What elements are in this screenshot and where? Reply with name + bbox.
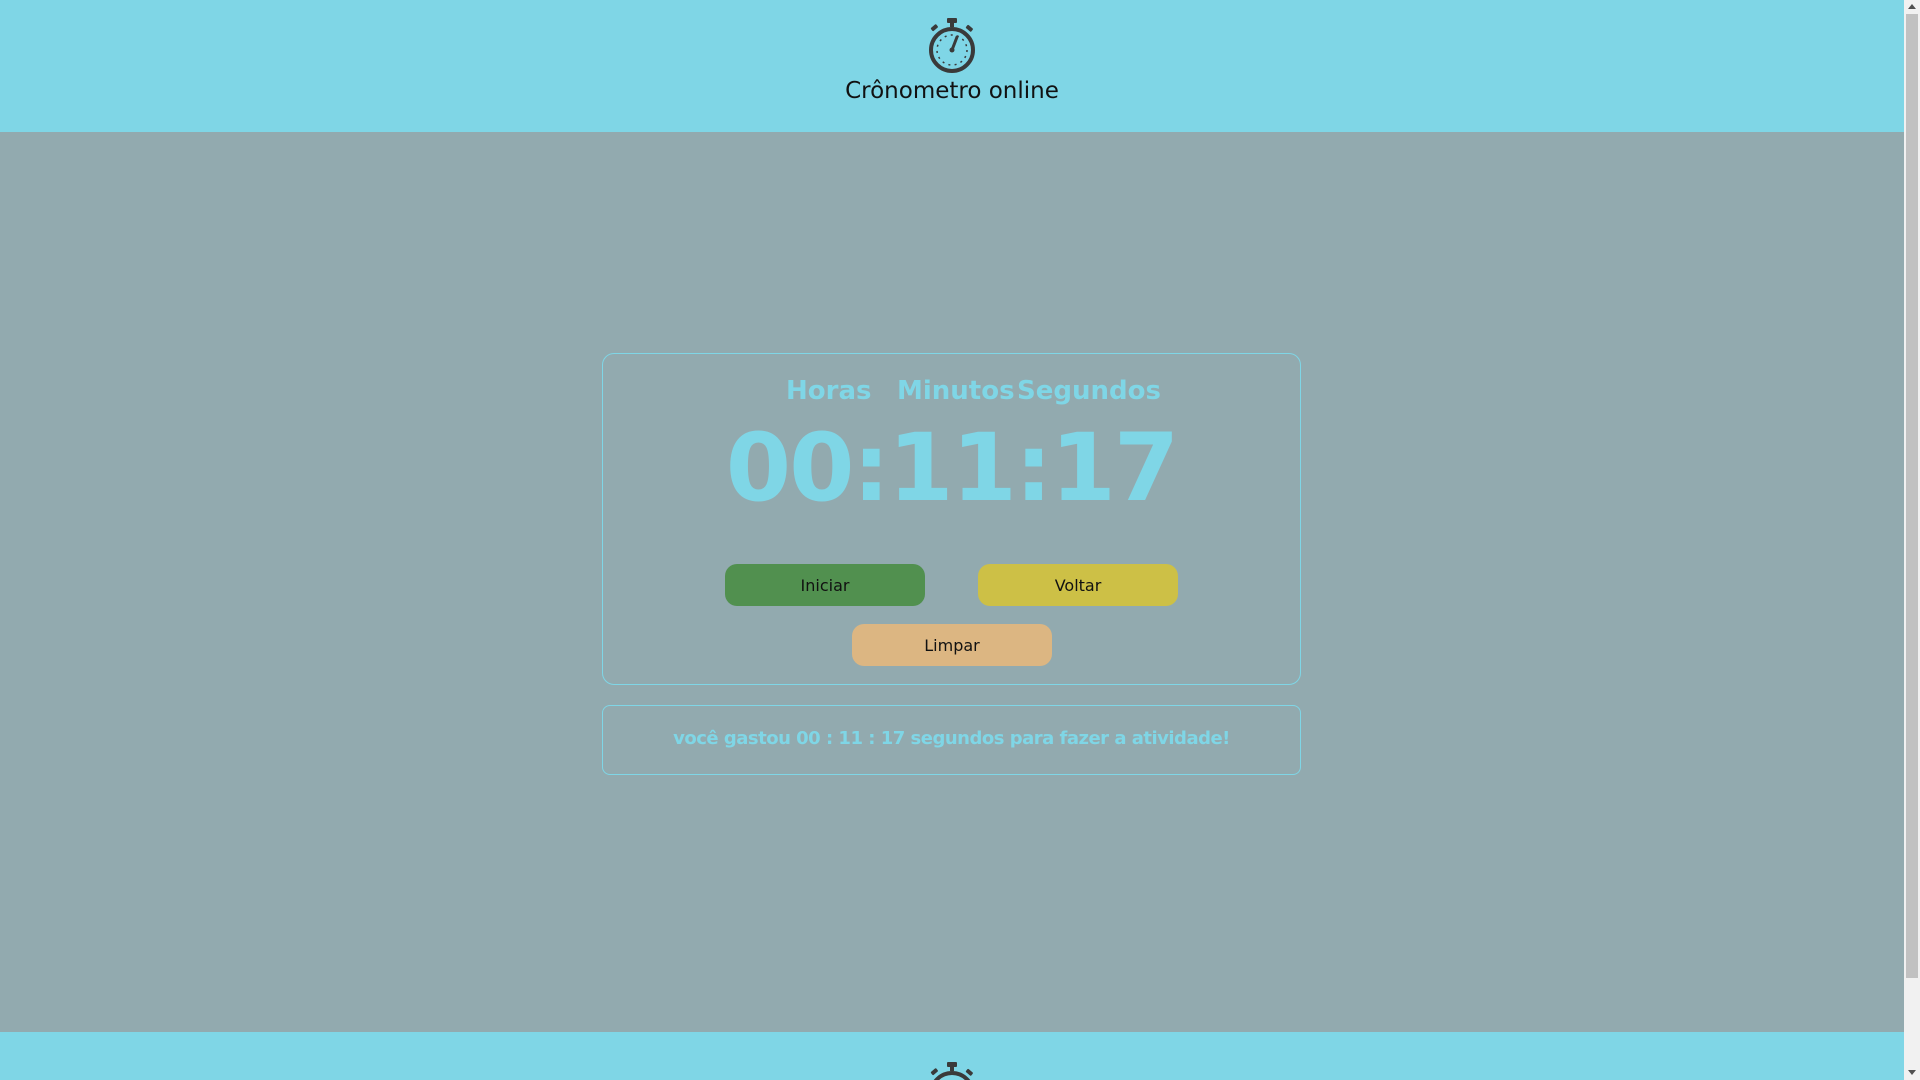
time-display: 00:11:17 [725,414,1180,523]
scrollbar-thumb[interactable] [1906,14,1918,978]
start-button[interactable]: Iniciar [725,564,925,606]
scroll-down-arrow-icon[interactable] [1908,1070,1916,1075]
scroll-up-arrow-icon[interactable] [1908,4,1916,9]
back-button[interactable]: Voltar [978,564,1178,606]
result-message: você gastou 00 : 11 : 17 segundos para f… [673,728,1230,749]
page-title: Crônometro online [845,78,1059,104]
minutes-label: Minutos [897,376,1015,406]
clear-button[interactable]: Limpar [852,624,1052,666]
footer [0,1032,1904,1080]
vertical-scrollbar[interactable] [1904,0,1920,1080]
stopwatch-panel: Horas Minutos Segundos 00:11:17 Iniciar … [602,353,1301,685]
page: Crônometro online Horas Minutos Segundos… [0,0,1904,1080]
hours-label: Horas [786,376,872,406]
seconds-label: Segundos [1017,376,1161,406]
result-panel: você gastou 00 : 11 : 17 segundos para f… [602,705,1301,775]
time-unit-labels: Horas Minutos Segundos [603,376,1300,416]
stopwatch-icon [930,1062,973,1080]
stopwatch-icon [929,18,975,73]
header: Crônometro online [0,0,1904,132]
